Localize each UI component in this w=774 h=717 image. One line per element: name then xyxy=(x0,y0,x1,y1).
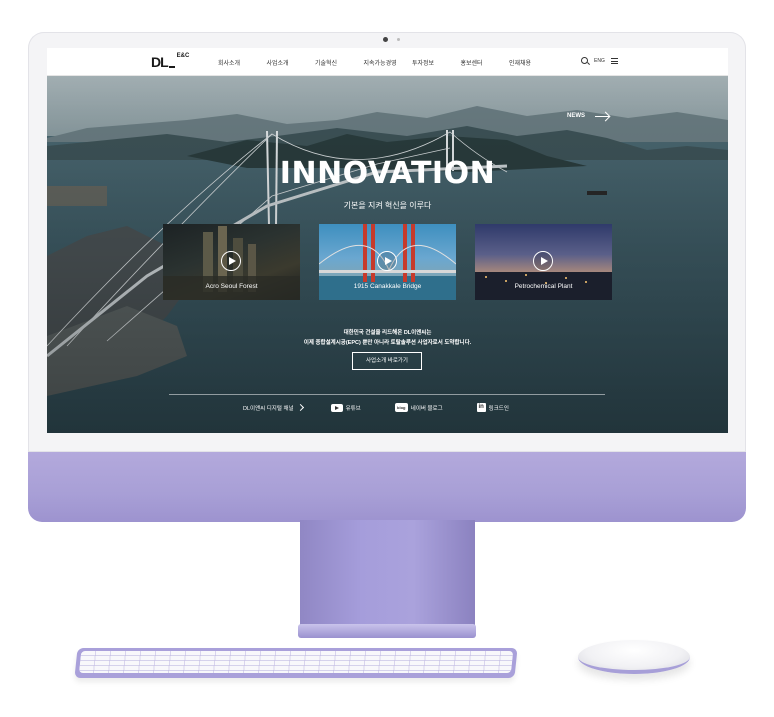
keyboard xyxy=(74,648,518,678)
video-card-acro-seoul-forest[interactable]: Acro Seoul Forest xyxy=(163,224,300,300)
magic-mouse xyxy=(578,640,690,674)
imac-stand xyxy=(300,520,475,628)
menu-item-pr[interactable]: 홍보센터 xyxy=(461,58,510,67)
hero-description: 대한민국 건설을 리드해온 DL이앤씨는 이제 종합설계시공(EPC) 뿐만 아… xyxy=(47,328,728,348)
divider xyxy=(169,394,605,395)
nav-utilities: ENG xyxy=(581,57,618,64)
logo-main: DL xyxy=(151,54,169,70)
hero-title: INNOVATION xyxy=(279,156,496,191)
hero-section: NEWS INNOVATION 기본을 지켜 혁신을 이루다 Acro Seou… xyxy=(47,76,728,433)
blog-icon: blog xyxy=(394,403,408,412)
description-line: 이제 종합설계시공(EPC) 뿐만 아니라 토탈솔루션 사업자로서 도약합니다. xyxy=(303,340,472,346)
menu-item-sustainability[interactable]: 지속가능경영 xyxy=(364,58,413,67)
keyboard-keys xyxy=(78,651,514,673)
linkedin-icon: in xyxy=(476,403,486,412)
arrow-right-icon xyxy=(595,115,609,117)
menu-item-company[interactable]: 회사소개 xyxy=(218,58,267,67)
digital-channel-label: DL이앤씨 디지털 채널 xyxy=(243,405,294,412)
camera-sensor xyxy=(397,38,400,41)
video-caption: 1915 Canakkale Bridge xyxy=(353,283,422,290)
play-icon xyxy=(533,251,553,271)
video-caption: Acro Seoul Forest xyxy=(205,283,258,290)
search-icon[interactable] xyxy=(581,57,588,64)
business-intro-button[interactable]: 사업소개 바로가기 xyxy=(352,352,422,370)
digital-channel-link[interactable]: DL이앤씨 디지털 채널 xyxy=(243,403,304,412)
logo-sub: E&C xyxy=(176,53,190,59)
youtube-icon xyxy=(330,403,343,412)
logo-bar xyxy=(168,66,175,68)
top-nav: DL E&C 회사소개 사업소개 기술혁신 지속가능경영 투자정보 홍보센터 인… xyxy=(47,48,728,76)
linkedin-link[interactable]: in 링크드인 xyxy=(476,403,509,412)
digital-channels: DL이앤씨 디지털 채널 유튜브 blog 네이버 블로그 in 링크드인 xyxy=(243,403,543,412)
video-cards: Acro Seoul Forest 1915 Canakkale Bridge xyxy=(163,224,612,300)
menu-item-investor[interactable]: 투자정보 xyxy=(412,58,461,67)
video-card-canakkale-bridge[interactable]: 1915 Canakkale Bridge xyxy=(319,224,456,300)
play-icon xyxy=(377,251,397,271)
blog-label: 네이버 블로그 xyxy=(410,405,443,412)
news-link[interactable]: NEWS xyxy=(567,113,609,119)
menu-item-business[interactable]: 사업소개 xyxy=(267,58,316,67)
menu-item-careers[interactable]: 인재채용 xyxy=(509,58,558,67)
camera-dot xyxy=(383,37,388,42)
menu-item-technology[interactable]: 기술혁신 xyxy=(315,58,364,67)
linkedin-label: 링크드인 xyxy=(488,405,509,412)
main-menu: 회사소개 사업소개 기술혁신 지속가능경영 투자정보 홍보센터 인재채용 xyxy=(218,58,558,67)
imac-chin xyxy=(28,452,746,522)
imac-mockup: DL E&C 회사소개 사업소개 기술혁신 지속가능경영 투자정보 홍보센터 인… xyxy=(0,0,774,717)
youtube-label: 유튜브 xyxy=(345,405,361,412)
imac-stand-foot xyxy=(298,624,476,638)
video-caption: Petrochemical Plant xyxy=(514,283,573,290)
hero-subtitle: 기본을 지켜 혁신을 이루다 xyxy=(343,201,432,210)
video-card-petrochemical-plant[interactable]: Petrochemical Plant xyxy=(475,224,612,300)
youtube-link[interactable]: 유튜브 xyxy=(330,403,361,412)
news-label: NEWS xyxy=(567,113,585,119)
naver-blog-link[interactable]: blog 네이버 블로그 xyxy=(394,403,443,412)
description-line: 대한민국 건설을 리드해온 DL이앤씨는 xyxy=(343,330,432,336)
logo[interactable]: DL E&C xyxy=(151,53,190,70)
hamburger-menu-icon[interactable] xyxy=(610,57,618,64)
chevron-right-icon xyxy=(296,403,304,412)
play-icon xyxy=(221,251,241,271)
website-screen: DL E&C 회사소개 사업소개 기술혁신 지속가능경영 투자정보 홍보센터 인… xyxy=(47,48,728,433)
language-toggle[interactable]: ENG xyxy=(594,58,605,64)
